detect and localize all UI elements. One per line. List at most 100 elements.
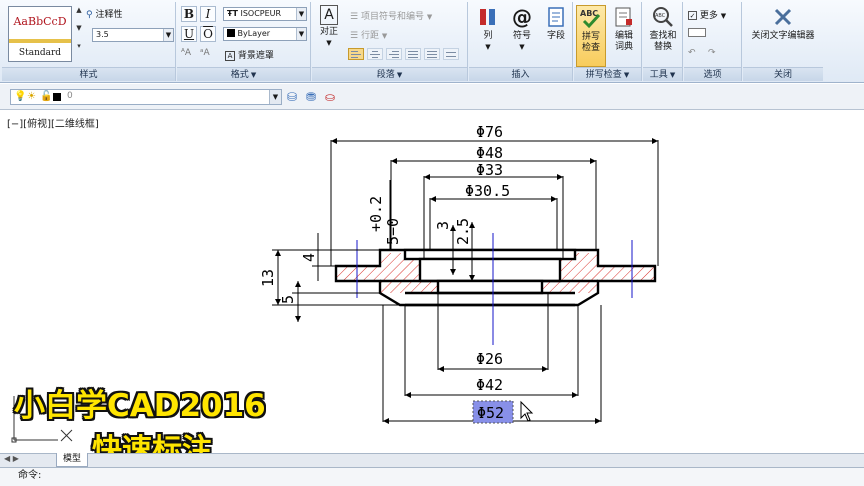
panel-title-close[interactable]: 关闭 xyxy=(743,67,823,81)
bullets-icon: ☰ xyxy=(350,12,359,22)
edit-dictionary-button[interactable]: 编辑 词典 xyxy=(609,5,639,53)
dim-v25: 2.5 xyxy=(454,218,472,245)
chevron-down-icon[interactable]: ▼ xyxy=(269,90,281,104)
overlay-title: 小白学CAD2016 xyxy=(14,388,266,424)
panel-title-insert[interactable]: 插入 xyxy=(469,67,572,81)
annotative-toggle[interactable]: ⚲ 注释性 xyxy=(86,7,122,20)
linespacing-button[interactable]: ☰ 行距 ▼ xyxy=(350,28,387,41)
more-label: 更多 xyxy=(699,11,718,21)
bullets-label: 项目符号和编号 xyxy=(360,12,424,22)
chevron-down-icon: ▼ xyxy=(519,43,525,51)
justify-icon: A xyxy=(320,5,338,25)
panel-title-style[interactable]: 样式 xyxy=(2,67,175,81)
font-value: ISOCPEUR xyxy=(240,9,282,18)
close-text-editor-button[interactable]: 关闭文字编辑器 xyxy=(745,5,821,42)
layer-previous-icon[interactable]: ⛃ xyxy=(306,90,316,104)
redo-button[interactable]: ↷ xyxy=(708,48,716,58)
scroll-up-icon[interactable]: ▲ xyxy=(74,6,84,14)
make-layer-current-icon[interactable]: ⛁ xyxy=(287,90,297,104)
find-replace-label-2: 替换 xyxy=(653,42,672,52)
redo-icon: ↷ xyxy=(708,48,716,58)
tab-nav-icon[interactable]: ◀ ▶ xyxy=(4,454,19,463)
field-button[interactable]: 字段 xyxy=(541,5,571,42)
chevron-down-icon: ▼ xyxy=(669,71,676,79)
italic-button[interactable]: I xyxy=(200,6,216,22)
annotative-label: 注释性 xyxy=(95,10,123,20)
paragraph-settings-button[interactable] xyxy=(443,48,459,60)
viewport-controls[interactable]: [−][俯视][二维线框] xyxy=(7,115,99,130)
scroll-more-icon[interactable]: ▾ xyxy=(74,42,84,50)
text-style-gallery[interactable]: AaBbCcD Standard xyxy=(8,6,72,62)
panel-title-spellcheck[interactable]: 拼写检查 ▼ xyxy=(574,67,641,81)
panel-title-paragraph[interactable]: 段落 ▼ xyxy=(312,67,467,81)
dim-d26: Φ26 xyxy=(476,350,503,368)
color-combo[interactable]: ByLayer ▼ xyxy=(223,27,307,41)
column-button[interactable]: 列 ▼ xyxy=(473,5,503,53)
dim-tol2: 5−0 xyxy=(384,218,402,245)
font-combo[interactable]: ŦT ISOCPEUR ▼ xyxy=(223,7,307,21)
linespacing-icon: ☰ xyxy=(350,31,359,41)
panel-style: AaBbCcD Standard ▲ ▼ ▾ ⚲ 注释性 3.5 ▼ 样式 xyxy=(2,2,176,81)
layout-tab-bar: ◀ ▶ 模型 xyxy=(0,453,864,467)
chevron-down-icon[interactable]: ▼ xyxy=(296,8,306,20)
dictionary-label-1: 编辑 xyxy=(614,31,633,41)
justify-label: 对正 xyxy=(319,27,338,37)
align-distribute-button[interactable] xyxy=(424,48,440,60)
case-lower-icon[interactable]: ᵃA xyxy=(200,48,210,58)
panel-title-format[interactable]: 格式 ▼ xyxy=(177,67,310,81)
spellcheck-button[interactable]: ABC 拼写 检查 xyxy=(576,5,606,67)
layer-match-icon[interactable]: ⛀ xyxy=(325,90,335,104)
symbol-button[interactable]: @ 符号 ▼ xyxy=(507,5,537,53)
tab-model[interactable]: 模型 xyxy=(56,453,89,467)
background-mask-label: 背景遮罩 xyxy=(237,51,274,61)
undo-icon: ↶ xyxy=(688,48,696,58)
style-name: Standard xyxy=(18,48,62,58)
dim-tol: +0.2 xyxy=(367,196,385,232)
mouse-cursor-icon xyxy=(520,400,534,422)
undo-button[interactable]: ↶ xyxy=(688,48,696,58)
panel-paragraph: A 对正 ▼ ☰ 项目符号和编号 ▼ ☰ 行距 ▼ 段落 ▼ xyxy=(312,2,468,81)
overline-button[interactable]: O xyxy=(200,26,216,42)
case-upper-icon[interactable]: ᴬA xyxy=(181,48,191,58)
layer-toolbar: 💡 ☀ 🔓 0 ▼ ⛁ ⛃ ⛀ xyxy=(0,84,864,110)
find-replace-button[interactable]: ABC 查找和 替换 xyxy=(645,5,681,53)
ribbon: AaBbCcD Standard ▲ ▼ ▾ ⚲ 注释性 3.5 ▼ 样式 B … xyxy=(0,0,864,83)
bullets-button[interactable]: ☰ 项目符号和编号 ▼ xyxy=(350,9,432,22)
dim-d305: Φ30.5 xyxy=(465,182,510,200)
font-type-icon: ŦT xyxy=(227,9,238,18)
style-sample-bar xyxy=(9,39,71,43)
find-replace-icon: ABC xyxy=(653,7,673,27)
column-icon xyxy=(480,9,495,25)
layer-freeze-icon: ☀ xyxy=(27,91,36,102)
dim-d52[interactable]: Φ52 xyxy=(477,404,504,422)
layer-combo[interactable]: 💡 ☀ 🔓 0 ▼ xyxy=(10,89,282,105)
dim-v5: 5 xyxy=(279,295,297,304)
scroll-down-icon[interactable]: ▼ xyxy=(74,24,84,32)
chevron-down-icon: ▼ xyxy=(326,39,332,47)
field-icon xyxy=(548,7,564,27)
justify-button[interactable]: A 对正 ▼ xyxy=(314,5,344,49)
align-center-button[interactable] xyxy=(367,48,383,60)
checkbox-icon: ✓ xyxy=(688,11,697,20)
chevron-down-icon: ▼ xyxy=(396,71,403,79)
command-line[interactable]: 命令: xyxy=(0,467,864,486)
text-height-value: 3.5 xyxy=(96,30,109,39)
style-gallery-scroll[interactable]: ▲ ▼ ▾ xyxy=(74,6,84,62)
align-right-button[interactable] xyxy=(386,48,402,60)
chevron-down-icon: ▼ xyxy=(623,71,630,79)
panel-title-tools[interactable]: 工具 ▼ xyxy=(643,67,682,81)
align-left-button[interactable] xyxy=(348,48,364,60)
more-button[interactable]: ✓ 更多 ▼ xyxy=(688,8,726,21)
panel-title-options[interactable]: 选项 xyxy=(684,67,741,81)
panel-format: B I U O ᴬA ᵃA ŦT ISOCPEUR ▼ ByLayer ▼ A … xyxy=(177,2,311,81)
chevron-down-icon[interactable]: ▼ xyxy=(163,29,173,41)
chevron-down-icon[interactable]: ▼ xyxy=(296,28,306,40)
panel-close: 关闭文字编辑器 关闭 xyxy=(743,2,823,81)
command-prompt: 命令: xyxy=(18,470,42,481)
align-justify-button[interactable] xyxy=(405,48,421,60)
bold-button[interactable]: B xyxy=(181,6,197,22)
text-height-combo[interactable]: 3.5 ▼ xyxy=(92,28,174,42)
ruler-button[interactable] xyxy=(688,28,706,40)
underline-button[interactable]: U xyxy=(181,26,197,42)
background-mask-button[interactable]: A 背景遮罩 xyxy=(225,48,274,61)
